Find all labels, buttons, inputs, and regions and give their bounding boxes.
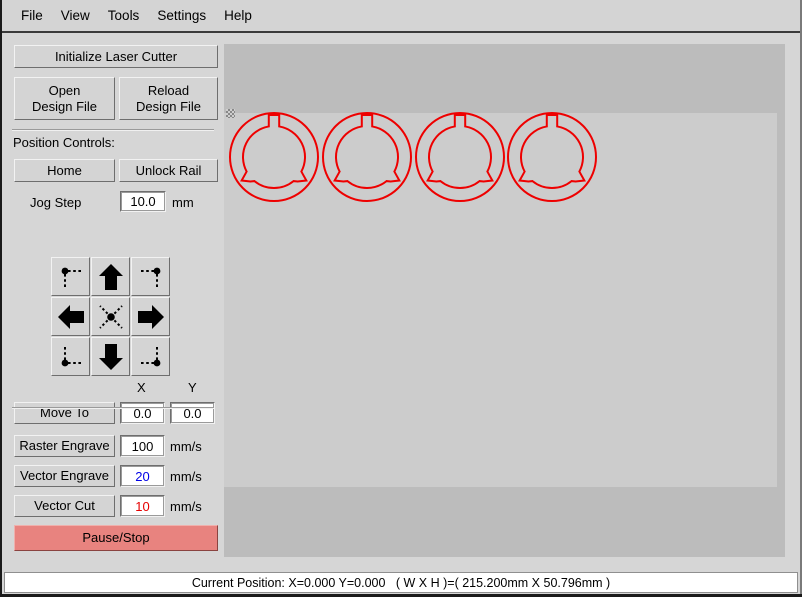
menu-item-settings[interactable]: Settings — [148, 5, 215, 26]
jog-step-input[interactable] — [120, 191, 166, 212]
design-vector-preview — [229, 112, 597, 202]
corner-down-left-icon — [61, 345, 82, 366]
jog-step-unit-label: mm — [172, 195, 194, 210]
sidebar-divider-top — [12, 129, 214, 131]
menu-item-view[interactable]: View — [52, 5, 99, 26]
menu-bar: File View Tools Settings Help — [2, 0, 800, 33]
menu-item-help[interactable]: Help — [215, 5, 261, 26]
control-sidebar: Initialize Laser Cutter Open Design File… — [2, 35, 220, 560]
current-position-status: Current Position: X=0.000 Y=0.000 ( W X … — [191, 575, 611, 590]
arrow-right-icon — [137, 304, 164, 329]
menu-item-file[interactable]: File — [12, 5, 52, 26]
vector-cut-speed-input[interactable] — [120, 495, 165, 517]
ring-gasket-1[interactable] — [229, 112, 319, 202]
ring-gasket-2[interactable] — [322, 112, 412, 202]
arrow-down-icon — [98, 343, 123, 370]
ring-gasket-4[interactable] — [507, 112, 597, 202]
jog-down-left-button[interactable] — [51, 337, 90, 376]
vector-engrave-speed-input[interactable] — [120, 465, 165, 487]
corner-down-right-icon — [139, 345, 160, 366]
home-button[interactable]: Home — [14, 159, 115, 182]
arrow-up-icon — [98, 263, 123, 290]
move-to-x-header: X — [137, 380, 146, 395]
jog-down-button[interactable] — [91, 337, 130, 376]
vector-cut-button[interactable]: Vector Cut — [14, 495, 115, 517]
jog-pad — [51, 257, 170, 376]
jog-up-left-button[interactable] — [51, 257, 90, 296]
design-canvas[interactable] — [224, 44, 785, 557]
unlock-rail-button[interactable]: Unlock Rail — [119, 159, 218, 182]
reload-design-file-button[interactable]: Reload Design File — [119, 77, 218, 120]
jog-up-right-button[interactable] — [131, 257, 170, 296]
status-bar: Current Position: X=0.000 Y=0.000 ( W X … — [4, 572, 798, 593]
raster-engrave-speed-input[interactable] — [120, 435, 165, 457]
jog-down-right-button[interactable] — [131, 337, 170, 376]
vector-cut-unit-label: mm/s — [170, 499, 202, 514]
crosshair-center-icon — [98, 304, 123, 329]
jog-center-button[interactable] — [91, 297, 130, 336]
arrow-left-icon — [57, 304, 84, 329]
canvas-resize-handle[interactable] — [226, 109, 235, 118]
position-controls-label: Position Controls: — [13, 135, 115, 150]
move-to-x-input[interactable] — [120, 402, 165, 424]
application-window: File View Tools Settings Help Initialize… — [0, 0, 802, 597]
open-design-file-button[interactable]: Open Design File — [14, 77, 115, 120]
pause-stop-button[interactable]: Pause/Stop — [14, 525, 218, 551]
jog-right-button[interactable] — [131, 297, 170, 336]
move-to-y-header: Y — [188, 380, 197, 395]
jog-up-button[interactable] — [91, 257, 130, 296]
vector-engrave-button[interactable]: Vector Engrave — [14, 465, 115, 487]
ring-gasket-3[interactable] — [415, 112, 505, 202]
raster-engrave-button[interactable]: Raster Engrave — [14, 435, 115, 457]
move-to-button[interactable]: Move To — [14, 402, 115, 424]
vector-engrave-unit-label: mm/s — [170, 469, 202, 484]
initialize-laser-cutter-button[interactable]: Initialize Laser Cutter — [14, 45, 218, 68]
raster-engrave-unit-label: mm/s — [170, 439, 202, 454]
sidebar-divider-bottom — [12, 407, 214, 409]
jog-step-label: Jog Step — [30, 195, 82, 210]
corner-up-left-icon — [61, 267, 82, 288]
jog-left-button[interactable] — [51, 297, 90, 336]
corner-up-right-icon — [139, 267, 160, 288]
move-to-y-input[interactable] — [170, 402, 215, 424]
menu-item-tools[interactable]: Tools — [99, 5, 149, 26]
